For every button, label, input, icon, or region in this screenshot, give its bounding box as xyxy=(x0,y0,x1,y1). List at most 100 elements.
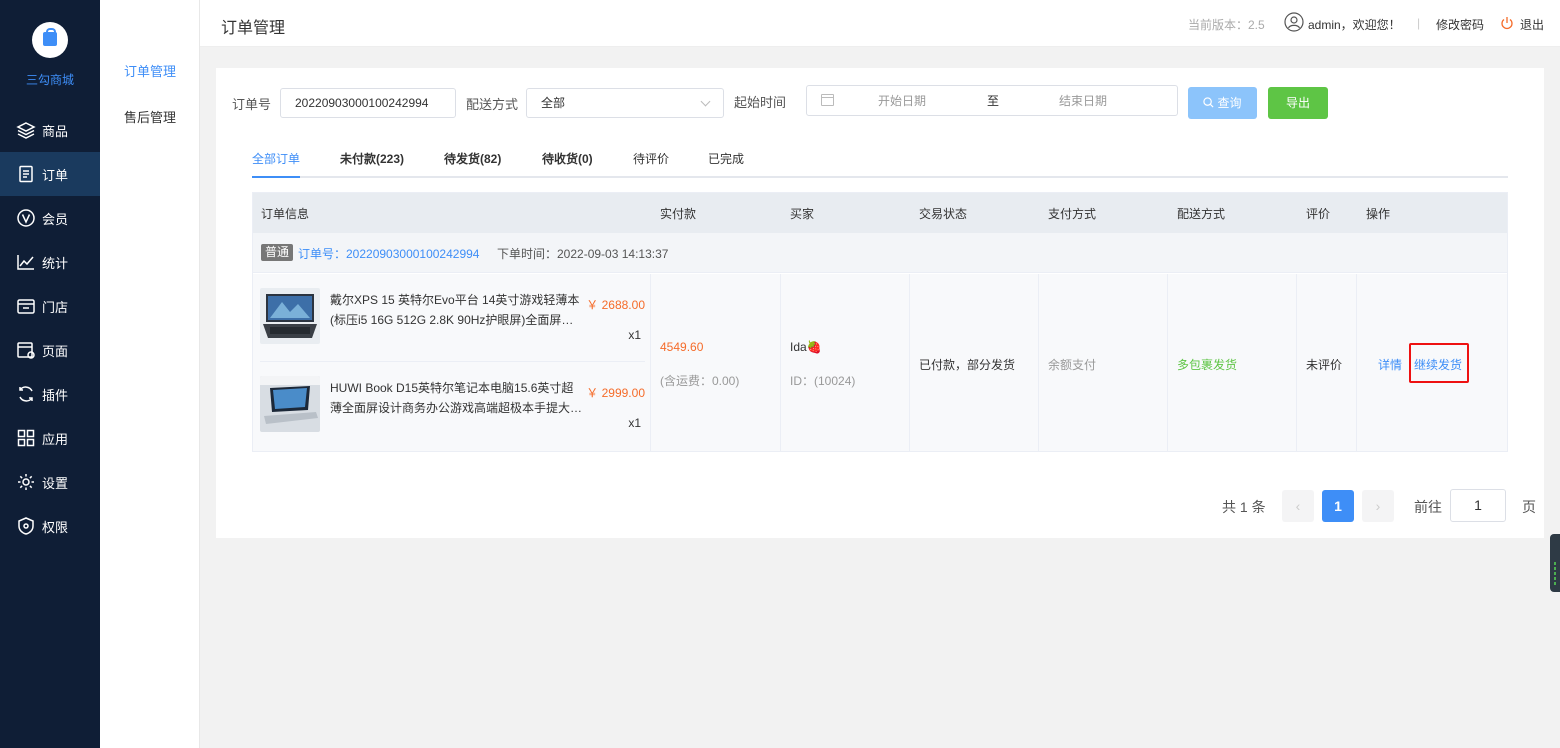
order-detail-link[interactable]: 详情 xyxy=(1378,356,1402,373)
column-divider xyxy=(1038,274,1039,451)
header-divider: | xyxy=(1417,16,1421,30)
order-type-badge: 普通 xyxy=(261,244,294,261)
chart-line-icon xyxy=(16,252,36,272)
export-button[interactable]: 导出 xyxy=(1268,87,1328,119)
pagination-total: 共 1 条 xyxy=(1222,499,1266,515)
sidebar: 三勾商城 商品 订单 会员 统计 门店 页面 插件 应用 设置 权限 xyxy=(0,0,100,748)
buyer-name[interactable]: Ida🍓 xyxy=(790,340,822,354)
layers-icon xyxy=(16,120,36,140)
sidebar-item-store[interactable]: 门店 xyxy=(0,284,100,328)
pagination-page-suffix: 页 xyxy=(1522,499,1536,515)
tab-label: 全部订单 xyxy=(252,152,301,166)
sidebar-item-label: 商品 xyxy=(42,123,69,139)
query-button-label: 查询 xyxy=(1217,96,1242,110)
laptop-image xyxy=(260,376,320,432)
user-greeting: admin，欢迎您！ xyxy=(1308,18,1401,32)
highlight-annotation xyxy=(1409,343,1469,383)
date-range-separator: 至 xyxy=(987,94,1000,108)
end-date-input[interactable]: 结束日期 xyxy=(1059,92,1107,109)
tab-completed[interactable]: 已完成 xyxy=(708,150,744,167)
delivery-method: 多包裹发货 xyxy=(1177,358,1238,372)
paid-amount: 4549.60 xyxy=(660,340,704,354)
product-quantity: x1 xyxy=(628,328,641,342)
logo-text: 三勾商城 xyxy=(25,73,74,87)
product-price: ￥ 2999.00 xyxy=(586,386,645,400)
change-password-link[interactable]: 修改密码 xyxy=(1436,16,1484,33)
column-header: 支付方式 xyxy=(1048,207,1097,221)
sidebar-item-permissions[interactable]: 权限 xyxy=(0,504,100,548)
column-header: 买家 xyxy=(790,207,815,221)
column-header: 订单信息 xyxy=(261,207,310,221)
sidebar-item-label: 权限 xyxy=(42,519,69,535)
product-name[interactable]: 戴尔XPS 15 英特尔Evo平台 14英寸游戏轻薄本(标压i5 16G 512… xyxy=(330,290,584,330)
order-list-icon xyxy=(16,164,36,184)
trade-status: 已付款，部分发货 xyxy=(919,358,1016,372)
product-item: 戴尔XPS 15 英特尔Evo平台 14英寸游戏轻薄本(标压i5 16G 512… xyxy=(260,274,645,360)
sidebar-item-label: 设置 xyxy=(42,475,69,491)
sidebar-item-label: 应用 xyxy=(42,431,69,447)
order-no-input[interactable]: 20220903000100242994 xyxy=(280,88,456,118)
sidebar-item-label: 会员 xyxy=(42,211,69,227)
column-divider xyxy=(650,274,651,451)
logo[interactable]: 三勾商城 xyxy=(0,0,100,108)
date-range-picker[interactable]: 开始日期 至 结束日期 xyxy=(806,85,1178,116)
start-date-input[interactable]: 开始日期 xyxy=(878,92,926,109)
product-item: HUWI Book D15英特尔笔记本电脑15.6英寸超薄全面屏设计商务办公游戏… xyxy=(260,361,645,447)
sidebar-item-settings[interactable]: 设置 xyxy=(0,460,100,504)
pagination-prev-button[interactable]: ‹ xyxy=(1282,490,1314,522)
pagination-goto-label: 前往 xyxy=(1414,499,1442,515)
product-quantity: x1 xyxy=(628,416,641,430)
tab-to-receive[interactable]: 待收货(0) xyxy=(542,150,593,167)
active-tab-indicator xyxy=(252,176,300,178)
product-price: ￥ 2688.00 xyxy=(586,298,645,312)
table-row: 戴尔XPS 15 英特尔Evo平台 14英寸游戏轻薄本(标压i5 16G 512… xyxy=(253,274,1507,451)
start-time-label: 起始时间 xyxy=(734,95,787,110)
order-header-row: 普通 订单号：20220903000100242994 下单时间：2022-09… xyxy=(253,233,1507,273)
tab-unpaid[interactable]: 未付款(223) xyxy=(340,150,404,167)
version-text: 当前版本：2.5 xyxy=(1188,18,1265,32)
calendar-icon xyxy=(821,94,834,106)
sidebar-item-pages[interactable]: 页面 xyxy=(0,328,100,372)
delivery-select-value: 全部 xyxy=(541,96,566,110)
store-icon xyxy=(16,296,36,316)
pagination-next-button[interactable]: › xyxy=(1362,490,1394,522)
column-divider xyxy=(1356,274,1357,451)
sidebar-item-orders[interactable]: 订单 xyxy=(0,152,100,196)
chevron-down-icon xyxy=(700,96,711,107)
user-avatar-icon xyxy=(1284,12,1304,32)
tab-to-ship[interactable]: 待发货(82) xyxy=(444,150,501,167)
sidebar-item-label: 统计 xyxy=(42,255,69,271)
order-number[interactable]: 订单号：20220903000100242994 xyxy=(298,245,479,262)
floating-side-handle[interactable] xyxy=(1550,534,1560,592)
column-divider xyxy=(1296,274,1297,451)
pay-method: 余额支付 xyxy=(1048,358,1097,372)
sidebar-item-apps[interactable]: 应用 xyxy=(0,416,100,460)
laptop-image xyxy=(260,288,320,344)
submenu-item-order-management[interactable]: 订单管理 xyxy=(100,61,200,80)
apps-grid-icon xyxy=(16,428,36,448)
delivery-select[interactable]: 全部 xyxy=(526,88,724,118)
query-button[interactable]: 查询 xyxy=(1188,87,1257,119)
submenu-item-after-sales[interactable]: 售后管理 xyxy=(100,107,200,126)
sidebar-item-goods[interactable]: 商品 xyxy=(0,108,100,152)
page-title: 订单管理 xyxy=(221,20,286,37)
plugin-refresh-icon xyxy=(16,384,36,404)
sidebar-item-stats[interactable]: 统计 xyxy=(0,240,100,284)
column-divider xyxy=(1167,274,1168,451)
column-divider xyxy=(909,274,910,451)
sidebar-item-members[interactable]: 会员 xyxy=(0,196,100,240)
logout-link[interactable]: 退出 xyxy=(1520,16,1544,33)
page-settings-icon xyxy=(16,340,36,360)
tab-all-orders[interactable]: 全部订单 xyxy=(252,150,300,167)
column-header: 配送方式 xyxy=(1177,207,1226,221)
product-thumbnail[interactable] xyxy=(260,288,320,344)
column-header: 实付款 xyxy=(660,207,697,221)
power-icon[interactable] xyxy=(1500,16,1514,30)
product-name[interactable]: HUWI Book D15英特尔笔记本电脑15.6英寸超薄全面屏设计商务办公游戏… xyxy=(330,378,584,418)
pagination-page-button[interactable]: 1 xyxy=(1322,490,1354,522)
product-thumbnail[interactable] xyxy=(260,376,320,432)
sidebar-item-plugins[interactable]: 插件 xyxy=(0,372,100,416)
column-header: 交易状态 xyxy=(919,207,968,221)
tab-to-review[interactable]: 待评价 xyxy=(633,150,669,167)
pagination-goto-input[interactable]: 1 xyxy=(1450,489,1506,522)
